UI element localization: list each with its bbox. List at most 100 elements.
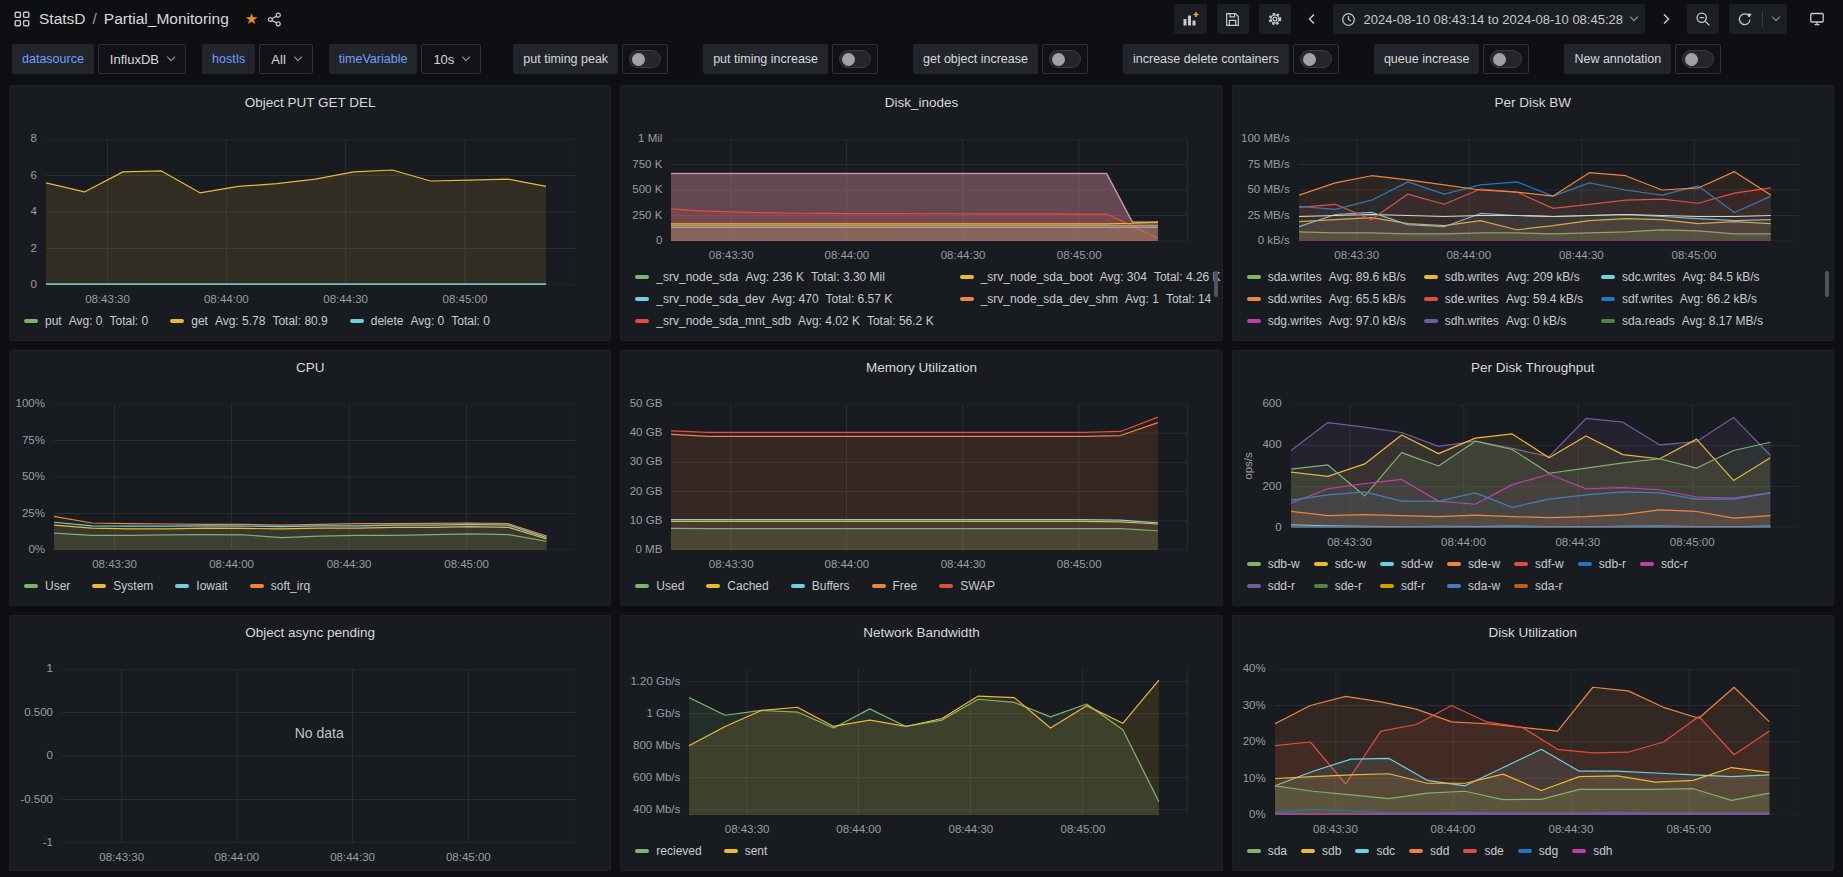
legend-item-put[interactable]: putAvg: 0Total: 0	[24, 313, 148, 329]
legend-item-recieved[interactable]: recieved	[635, 843, 701, 859]
legend-item-system[interactable]: System	[92, 578, 153, 594]
toggle-switch[interactable]	[1675, 44, 1721, 74]
panel-title[interactable]: Object PUT GET DEL	[10, 86, 610, 114]
legend-item-srv-node-sda-boot[interactable]: _srv_node_sda_bootAvg: 304Total: 4.26 K	[960, 269, 1221, 285]
dashboard-app-title[interactable]: StatsD	[39, 10, 86, 28]
legend-item-sde-writes[interactable]: sde.writesAvg: 59.4 kB/s	[1424, 291, 1583, 307]
plot-area[interactable]	[1275, 669, 1799, 815]
panel-title[interactable]: Disk Utilization	[1233, 616, 1833, 644]
panel-title[interactable]: Per Disk BW	[1233, 86, 1833, 114]
legend-item-used[interactable]: Used	[635, 578, 684, 594]
panel-title[interactable]: Memory Utilization	[621, 351, 1221, 379]
variable-value-dropdown[interactable]: All	[259, 44, 312, 74]
apps-grid-icon[interactable]	[14, 11, 30, 27]
legend-item-sent[interactable]: sent	[724, 843, 768, 859]
variable-label[interactable]: timeVariable	[329, 44, 418, 74]
toggle-switch[interactable]	[1483, 44, 1529, 74]
favorite-star-icon[interactable]: ★	[245, 10, 258, 28]
chart-canvas[interactable]	[1299, 139, 1799, 241]
plot-area[interactable]	[689, 669, 1187, 815]
legend-item-sdh[interactable]: sdh	[1572, 843, 1612, 859]
plot-area[interactable]	[671, 139, 1187, 241]
plot-area[interactable]	[1291, 404, 1799, 528]
legend-item-srv-node-sda-dev[interactable]: _srv_node_sda_devAvg: 470Total: 6.57 K	[635, 291, 933, 307]
legend-item-sdd-r[interactable]: sdd-r	[1247, 578, 1300, 594]
legend-item-sda[interactable]: sda	[1247, 843, 1287, 859]
legend-item-sda-writes[interactable]: sda.writesAvg: 89.6 kB/s	[1247, 269, 1406, 285]
legend-item-sda-r[interactable]: sda-r	[1514, 578, 1564, 594]
time-range-picker[interactable]: 2024-08-10 08:43:14 to 2024-08-10 08:45:…	[1333, 4, 1646, 34]
dashboard-settings-button[interactable]	[1259, 4, 1291, 34]
chart-canvas[interactable]	[689, 669, 1187, 815]
legend-item-sda-w[interactable]: sda-w	[1447, 578, 1500, 594]
plot-area[interactable]	[671, 404, 1187, 550]
chart-canvas[interactable]	[671, 404, 1187, 550]
panel-title[interactable]: Object async pending	[10, 616, 610, 644]
legend-item-cached[interactable]: Cached	[706, 578, 768, 594]
legend-item-sde[interactable]: sde	[1463, 843, 1503, 859]
legend-item-srv-node-sda-mnt-sdb[interactable]: _srv_node_sda_mnt_sdbAvg: 4.02 KTotal: 5…	[635, 313, 933, 329]
legend-item-soft-irq[interactable]: soft_irq	[250, 578, 310, 594]
legend-item-sdf-w[interactable]: sdf-w	[1514, 556, 1564, 572]
toggle-switch[interactable]	[1042, 44, 1088, 74]
panel-title[interactable]: CPU	[10, 351, 610, 379]
legend-item-buffers[interactable]: Buffers	[791, 578, 850, 594]
plot-area[interactable]: No data	[62, 669, 576, 843]
legend-item-sda-reads[interactable]: sda.readsAvg: 8.17 MB/s	[1601, 313, 1763, 329]
kiosk-mode-button[interactable]	[1801, 4, 1833, 34]
legend-scrollbar[interactable]	[1825, 271, 1829, 297]
legend-item-sdg-writes[interactable]: sdg.writesAvg: 97.0 kB/s	[1247, 313, 1406, 329]
legend-item-sdb[interactable]: sdb	[1301, 843, 1341, 859]
legend-item-sdf-writes[interactable]: sdf.writesAvg: 66.2 kB/s	[1601, 291, 1763, 307]
plot-area[interactable]	[46, 139, 576, 285]
legend-item-srv-node-sda[interactable]: _srv_node_sdaAvg: 236 KTotal: 3.30 Mil	[635, 269, 933, 285]
chart-canvas[interactable]	[54, 404, 576, 550]
legend-item-sdd-writes[interactable]: sdd.writesAvg: 65.5 kB/s	[1247, 291, 1406, 307]
time-range-forward-button[interactable]	[1655, 4, 1677, 34]
legend-item-swap[interactable]: SWAP	[939, 578, 995, 594]
panel-title[interactable]: Disk_inodes	[621, 86, 1221, 114]
legend-item-sdh-writes[interactable]: sdh.writesAvg: 0 kB/s	[1424, 313, 1583, 329]
add-panel-button[interactable]	[1174, 4, 1207, 34]
legend-item-iowait[interactable]: Iowait	[175, 578, 227, 594]
legend-item-sde-w[interactable]: sde-w	[1447, 556, 1500, 572]
zoom-out-button[interactable]	[1687, 4, 1719, 34]
legend-scrollbar[interactable]	[1214, 271, 1218, 297]
legend-item-sdd-w[interactable]: sdd-w	[1380, 556, 1433, 572]
time-range-back-button[interactable]	[1301, 4, 1323, 34]
legend-item-user[interactable]: User	[24, 578, 70, 594]
chart-canvas[interactable]	[62, 669, 576, 843]
save-dashboard-button[interactable]	[1217, 4, 1249, 34]
legend-item-sdc[interactable]: sdc	[1355, 843, 1395, 859]
legend-item-sdd[interactable]: sdd	[1409, 843, 1449, 859]
panel-title[interactable]: Per Disk Throughput	[1233, 351, 1833, 379]
toggle-switch[interactable]	[832, 44, 878, 74]
variable-label[interactable]: hostIs	[202, 44, 255, 74]
legend-item-sdf-r[interactable]: sdf-r	[1380, 578, 1433, 594]
legend-item-sdg[interactable]: sdg	[1518, 843, 1558, 859]
chart-canvas[interactable]	[1291, 404, 1799, 528]
legend-item-get[interactable]: getAvg: 5.78Total: 80.9	[170, 313, 328, 329]
legend-item-sdb-r[interactable]: sdb-r	[1578, 556, 1626, 572]
plot-area[interactable]	[54, 404, 576, 550]
chart-canvas[interactable]	[46, 139, 576, 285]
dashboard-name[interactable]: Partial_Monitoring	[104, 10, 229, 28]
legend-item-sdc-w[interactable]: sdc-w	[1314, 556, 1366, 572]
variable-value-dropdown[interactable]: InfluxDB	[98, 44, 186, 74]
share-icon[interactable]	[267, 12, 282, 27]
chart-canvas[interactable]	[1275, 669, 1799, 815]
panel-title[interactable]: Network Bandwidth	[621, 616, 1221, 644]
legend-item-sdc-r[interactable]: sdc-r	[1640, 556, 1688, 572]
legend-item-delete[interactable]: deleteAvg: 0Total: 0	[350, 313, 490, 329]
variable-label[interactable]: datasource	[12, 44, 94, 74]
plot-area[interactable]	[1299, 139, 1799, 241]
legend-item-free[interactable]: Free	[872, 578, 918, 594]
legend-item-sdb-writes[interactable]: sdb.writesAvg: 209 kB/s	[1424, 269, 1583, 285]
legend-item-srv-node-sda-dev-shm[interactable]: _srv_node_sda_dev_shmAvg: 1Total: 14	[960, 291, 1221, 307]
legend-item-sde-r[interactable]: sde-r	[1314, 578, 1366, 594]
refresh-button[interactable]	[1729, 4, 1787, 34]
legend-item-sdc-writes[interactable]: sdc.writesAvg: 84.5 kB/s	[1601, 269, 1763, 285]
toggle-switch[interactable]	[622, 44, 668, 74]
chart-canvas[interactable]	[671, 139, 1187, 241]
toggle-switch[interactable]	[1293, 44, 1339, 74]
